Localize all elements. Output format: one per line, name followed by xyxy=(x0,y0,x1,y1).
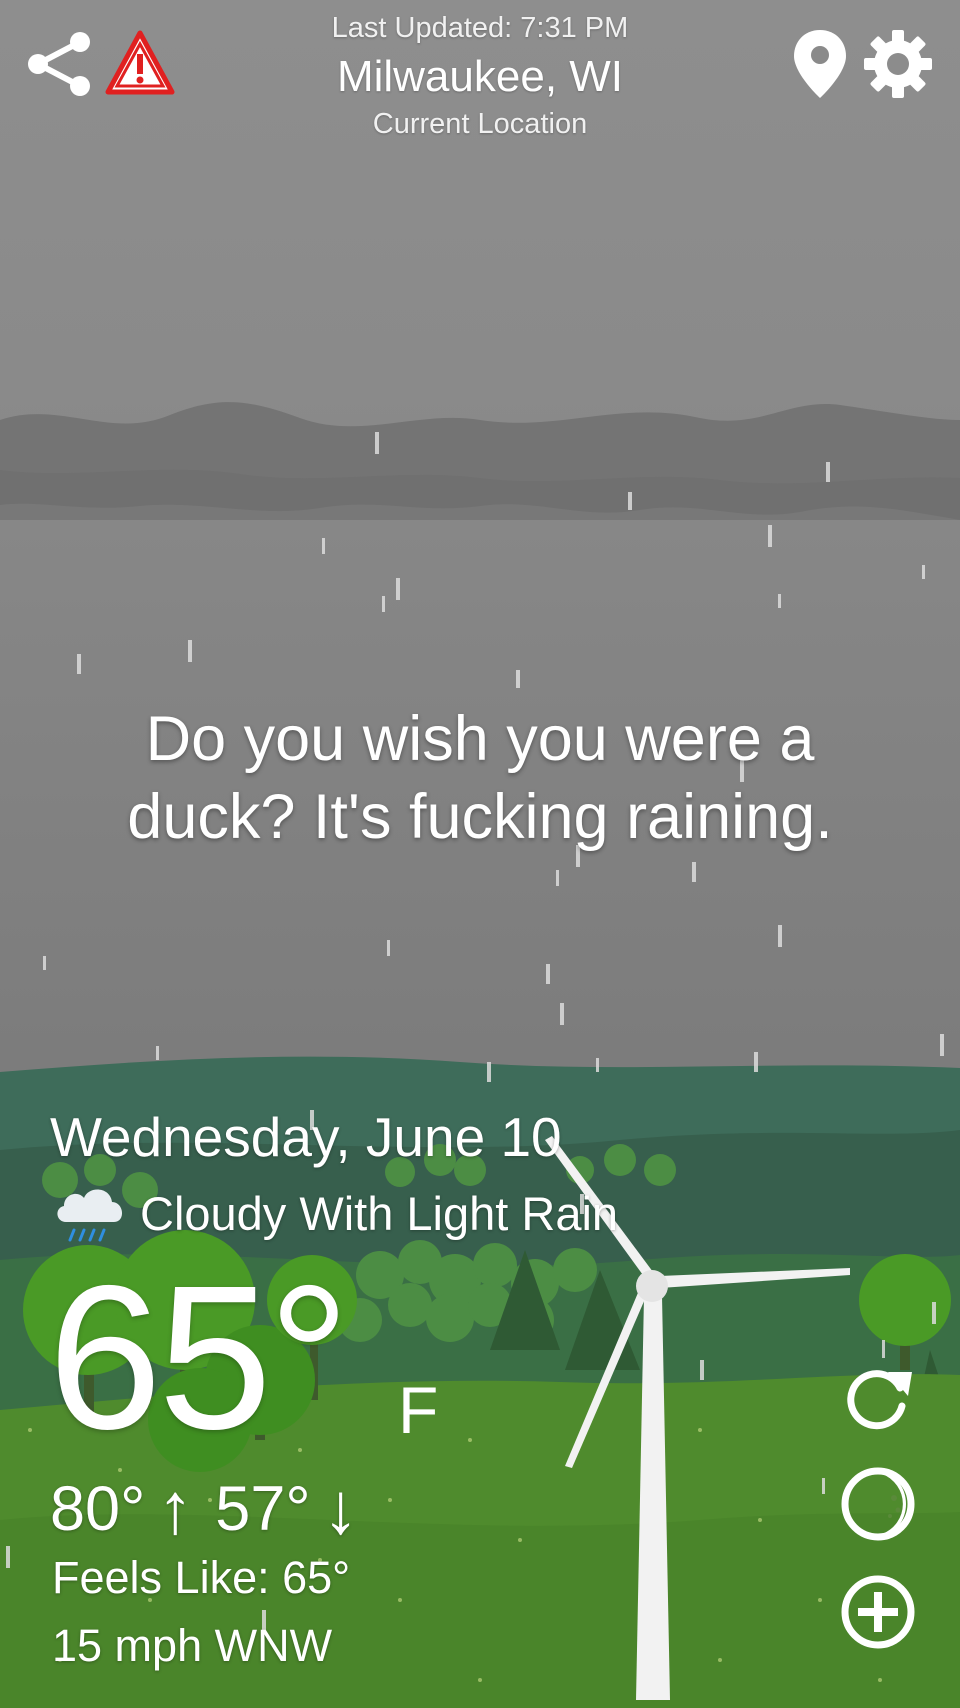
low-temperature: 57° xyxy=(215,1474,311,1544)
high-low-temps: 80° ↑ 57° ↓ xyxy=(50,1468,381,1550)
location-pin-icon[interactable] xyxy=(790,28,850,100)
add-icon[interactable] xyxy=(838,1572,918,1652)
gear-icon[interactable] xyxy=(862,28,934,100)
date-label: Wednesday, June 10 xyxy=(50,1106,562,1168)
wind-label: 15 mph WNW xyxy=(52,1620,333,1671)
weather-app-screen: Last Updated: 7:31 PM Milwaukee, WI Curr… xyxy=(0,0,960,1708)
alert-icon[interactable] xyxy=(104,28,176,100)
location-type-label: Current Location xyxy=(372,108,588,140)
weather-message: Do you wish you were a duck? It's fuckin… xyxy=(127,704,833,852)
arrow-up-icon: ↑ xyxy=(157,1469,194,1549)
moon-theme-icon[interactable] xyxy=(838,1464,918,1544)
condition-text: Cloudy With Light Rain xyxy=(140,1186,619,1240)
share-icon[interactable] xyxy=(24,28,96,100)
high-temperature: 80° xyxy=(50,1474,146,1544)
arrow-down-icon: ↓ xyxy=(322,1469,359,1549)
current-temperature: 65° xyxy=(48,1243,350,1472)
condition-row: Cloudy With Light Rain xyxy=(52,1178,618,1248)
refresh-icon[interactable] xyxy=(838,1358,918,1438)
feels-like-label: Feels Like: 65° xyxy=(52,1552,351,1603)
cloud-rain-icon xyxy=(57,1189,123,1242)
temperature-unit[interactable]: F xyxy=(398,1372,438,1448)
